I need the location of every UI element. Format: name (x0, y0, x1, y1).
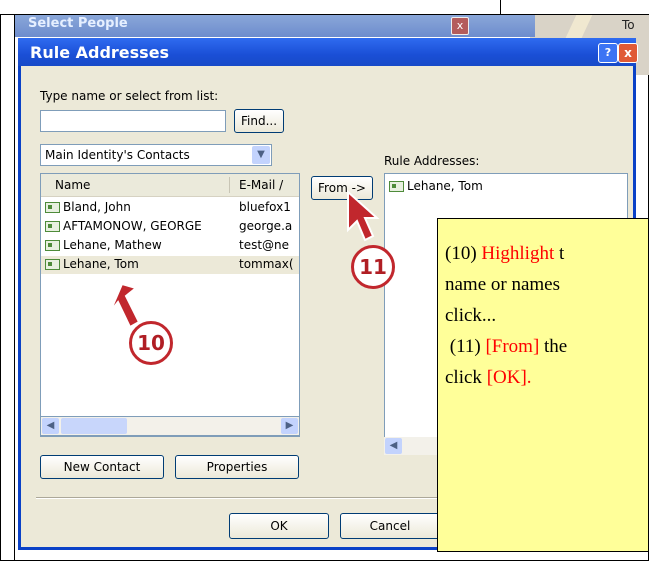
instruction-text: (10) Highlight t name or names click... … (445, 238, 649, 393)
column-header-name[interactable]: Name (55, 178, 90, 192)
list-item[interactable]: Lehane, Tom (385, 178, 625, 196)
contacts-horizontal-scrollbar[interactable]: ◀ ▶ (40, 416, 300, 436)
contact-name: Lehane, Mathew (63, 238, 162, 252)
cancel-button[interactable]: Cancel (340, 513, 440, 539)
chevron-down-icon[interactable]: ▼ (252, 146, 270, 164)
list-item[interactable]: AFTAMONOW, GEORGE george.a (41, 218, 299, 236)
type-name-label: Type name or select from list: (40, 89, 219, 103)
address-book-value: Main Identity's Contacts (45, 148, 190, 162)
contact-card-icon (45, 240, 60, 251)
contact-email: george.a (239, 219, 293, 233)
background-to-label: To (622, 18, 635, 32)
scrollbar-thumb[interactable] (61, 418, 127, 434)
address-book-select[interactable]: Main Identity's Contacts ▼ (40, 144, 272, 166)
column-header-email[interactable]: E-Mail / (239, 178, 283, 192)
contacts-list[interactable]: Name E-Mail / Bland, John bluefox1 AFTAM… (40, 173, 300, 437)
contact-email: test@ne (239, 238, 290, 252)
properties-button[interactable]: Properties (175, 455, 299, 479)
contact-card-icon (389, 181, 404, 192)
contact-name: Lehane, Tom (63, 257, 139, 271)
contact-email: tommax( (239, 257, 294, 271)
left-table-border (14, 14, 15, 561)
list-item[interactable]: Lehane, Mathew test@ne (41, 237, 299, 255)
find-button[interactable]: Find... (234, 109, 284, 133)
contact-card-icon (45, 221, 60, 232)
rule-address-name: Lehane, Tom (407, 179, 483, 193)
rule-addresses-scrollbar[interactable]: ◀ (384, 437, 444, 455)
contact-name: Bland, John (63, 200, 131, 214)
dialog-title: Rule Addresses (30, 43, 170, 62)
step-11-callout: 11 (351, 245, 395, 289)
instruction-line-5: click [OK]. (445, 367, 532, 388)
from-arrow-pointer-icon (347, 190, 380, 242)
scroll-left-icon[interactable]: ◀ (42, 418, 59, 434)
name-search-input[interactable] (40, 110, 226, 132)
instruction-line-2: name or names (445, 274, 561, 295)
ok-button[interactable]: OK (229, 513, 329, 539)
step-10-callout: 10 (129, 321, 173, 365)
scroll-left-icon[interactable]: ◀ (385, 438, 402, 454)
instruction-line-1: (10) Highlight t (445, 243, 565, 264)
contact-card-icon (45, 202, 60, 213)
rule-addresses-label: Rule Addresses: (384, 154, 480, 168)
instruction-line-3: click... (445, 305, 497, 326)
contact-email: bluefox1 (239, 200, 291, 214)
contact-name: AFTAMONOW, GEORGE (63, 219, 202, 233)
list-item-selected[interactable]: Lehane, Tom tommax( (41, 256, 299, 274)
background-close-icon[interactable]: x (451, 17, 469, 35)
instruction-line-4: (11) [From] the (445, 336, 568, 357)
background-window-title: Select People (28, 16, 128, 31)
close-icon[interactable]: x (618, 43, 638, 63)
new-contact-button[interactable]: New Contact (40, 455, 164, 479)
top-table-cell (500, 0, 649, 14)
help-icon[interactable]: ? (598, 43, 618, 63)
list-item[interactable]: Bland, John bluefox1 (41, 199, 299, 217)
scroll-right-icon[interactable]: ▶ (281, 418, 298, 434)
contact-card-icon (45, 259, 60, 270)
column-divider[interactable] (229, 177, 230, 193)
list-header: Name E-Mail / (41, 174, 299, 197)
